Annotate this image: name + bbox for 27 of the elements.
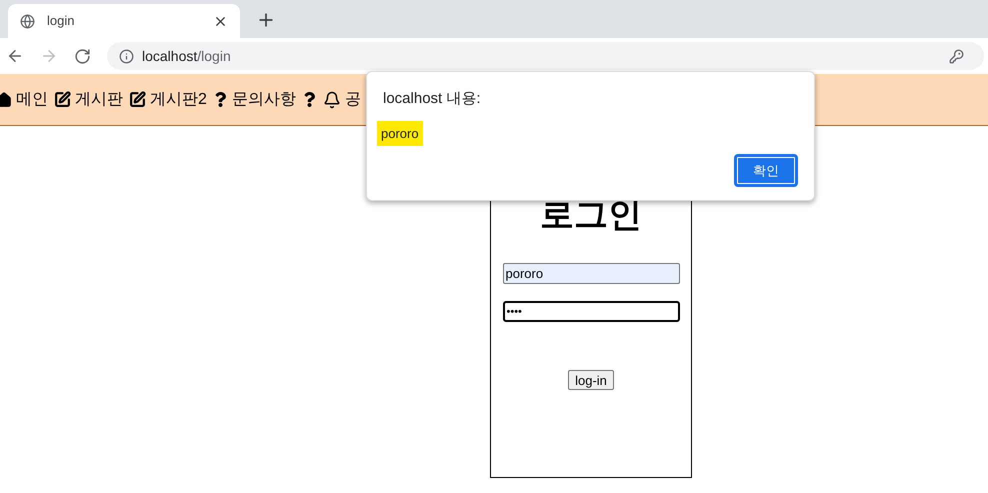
bell-icon: [322, 90, 341, 108]
question-icon: [302, 92, 317, 107]
home-icon: [0, 92, 12, 108]
address-bar[interactable]: localhost/login: [107, 42, 984, 70]
reload-icon[interactable]: [74, 48, 91, 64]
globe-icon: [20, 14, 35, 28]
tab-title: login: [47, 12, 76, 30]
nav-link[interactable]: 공: [344, 88, 361, 112]
alert-title: localhost 내용:: [383, 89, 482, 109]
key-icon[interactable]: [949, 48, 964, 64]
edit-icon: [54, 91, 71, 108]
question-icon: [212, 92, 228, 107]
confirm-button[interactable]: 확인: [734, 154, 798, 187]
info-icon: [119, 48, 134, 64]
nav-link[interactable]: 문의사항: [232, 88, 296, 112]
back-icon[interactable]: [6, 47, 24, 65]
password-field[interactable]: ••••: [502, 301, 680, 322]
login-title: 로그인: [540, 198, 642, 232]
nav-link[interactable]: 게시판: [75, 88, 123, 112]
url-text: localhost/login: [142, 46, 232, 66]
browser-tab[interactable]: login: [8, 4, 240, 38]
nav-link[interactable]: 메인: [16, 88, 48, 112]
username-field[interactable]: pororo: [502, 263, 680, 284]
login-button[interactable]: log-in: [568, 370, 614, 390]
edit-icon: [129, 91, 146, 108]
nav-link[interactable]: 게시판2: [150, 88, 207, 112]
alert-message: pororo: [377, 120, 423, 146]
